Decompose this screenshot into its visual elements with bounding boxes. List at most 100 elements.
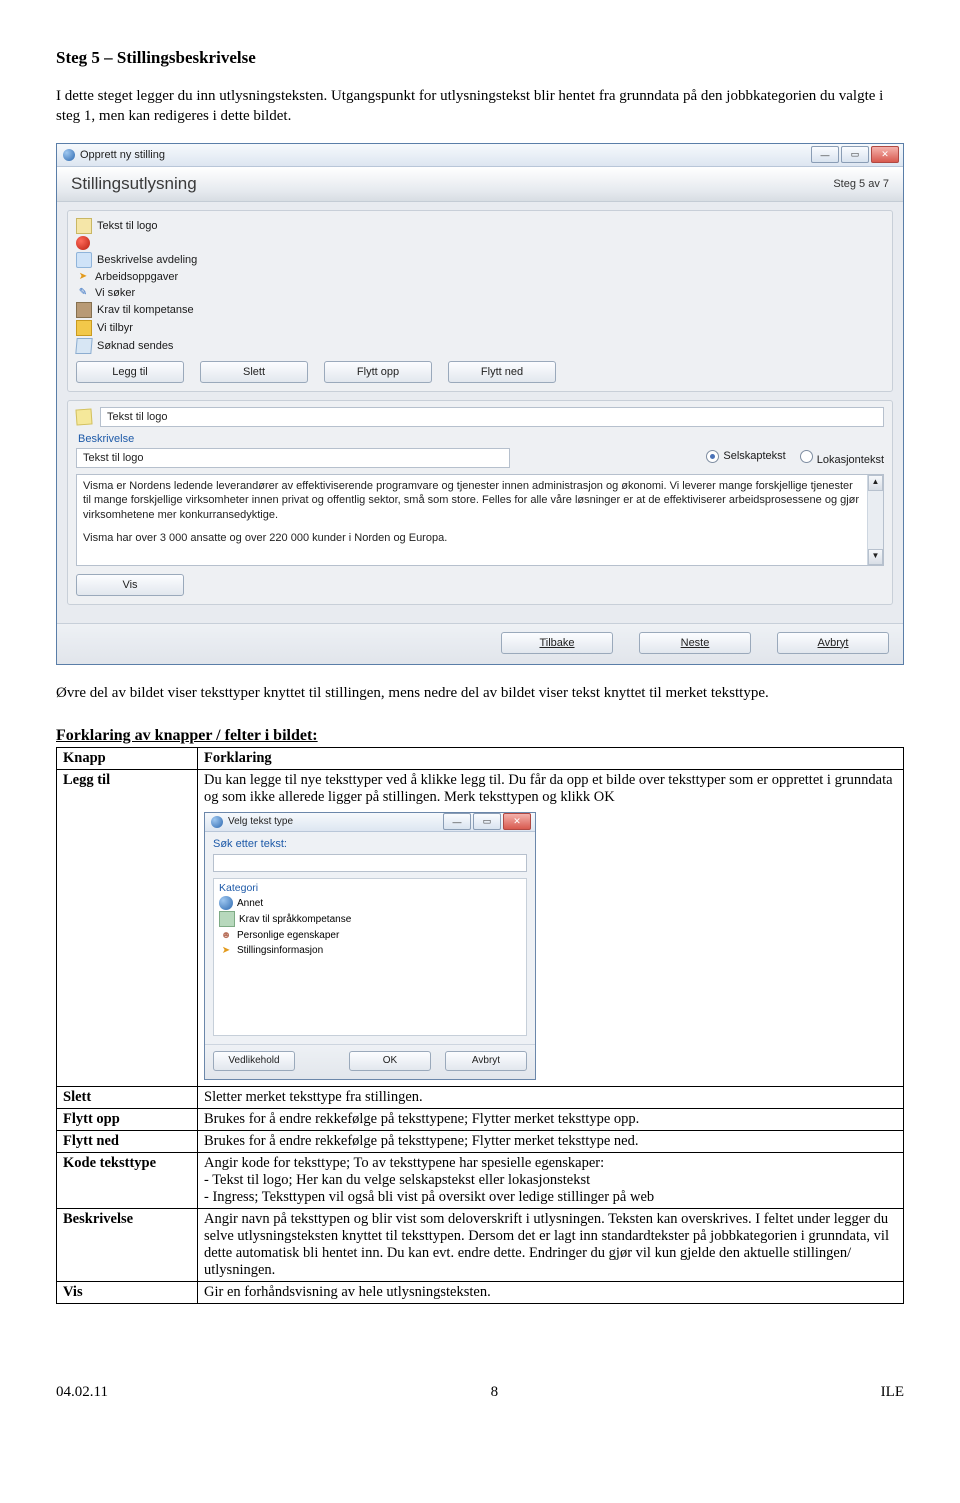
row-text-beskrivelse: Angir navn på teksttypen og blir vist so… [198,1208,904,1281]
doc-icon [76,218,92,234]
list-item-label: Vi tilbyr [97,322,133,334]
footer-initials: ILE [881,1384,904,1401]
popup-ok-button[interactable]: OK [349,1051,431,1071]
popup-list-item[interactable]: ☻Personlige egenskaper [219,928,521,943]
texttype-detail-panel: Tekst til logo Beskrivelse Tekst til log… [67,400,893,605]
person-icon: ☻ [219,928,233,942]
popup-close-button[interactable]: ✕ [503,813,531,830]
scrollbar[interactable]: ▲ ▼ [867,475,883,565]
table-row: Beskrivelse Angir navn på teksttypen og … [57,1208,904,1281]
row-text-flytt-opp: Brukes for å endre rekkefølge på tekstty… [198,1108,904,1130]
footer-page-number: 8 [491,1384,499,1401]
folder-icon [219,911,235,927]
app-icon [63,149,75,161]
dot-icon [76,236,90,250]
select-texttype-popup: Velg tekst type — ▭ ✕ Søk etter tekst: K… [204,812,536,1080]
window-minimize-button[interactable]: — [811,146,839,163]
list-item[interactable]: ✎ Vi søker [76,285,884,301]
window-titlebar: Opprett ny stilling — ▭ ✕ [57,144,903,167]
table-row: Slett Sletter merket teksttype fra still… [57,1086,904,1108]
main-window: Opprett ny stilling — ▭ ✕ Stillingsutlys… [56,143,904,665]
table-row: Legg til Du kan legge til nye teksttyper… [57,769,904,1086]
delete-button[interactable]: Slett [200,361,308,383]
row-label-slett: Slett [57,1086,198,1108]
popup-minimize-button[interactable]: — [443,813,471,830]
scroll-down-icon[interactable]: ▼ [868,549,883,565]
list-item-label: Tekst til logo [97,220,158,232]
popup-search-label: Søk etter tekst: [213,838,527,850]
row-text-legg-til: Du kan legge til nye teksttyper ved å kl… [204,772,897,806]
intro-paragraph: I dette steget legger du inn utlysningst… [56,86,904,127]
description-textarea[interactable]: Visma er Nordens ledende leverandører av… [76,474,884,566]
popup-titlebar: Velg tekst type — ▭ ✕ [205,813,535,832]
window-footer: Tilbake Neste Avbryt [57,623,903,664]
explanation-section-title: Forklaring av knapper / felter i bildet: [56,727,904,745]
popup-list-item[interactable]: Annet [219,896,521,911]
list-item-label: Krav til kompetanse [97,304,194,316]
texttype-list-panel: Tekst til logo Beskrivelse avdeling ➤Arb… [67,210,893,392]
row-label-legg-til: Legg til [57,769,198,1086]
scroll-up-icon[interactable]: ▲ [868,475,883,491]
gift-icon [76,320,92,336]
add-button[interactable]: Legg til [76,361,184,383]
move-up-button[interactable]: Flytt opp [324,361,432,383]
list-item-label: Søknad sendes [97,340,173,352]
list-item-label: Vi søker [95,287,135,299]
info-icon: ➤ [219,943,233,957]
popup-category-list: Kategori Annet Krav til språkkompetanse … [213,878,527,1036]
row-text-vis: Gir en forhåndsvisning av hele utlysning… [198,1281,904,1303]
middle-paragraph: Øvre del av bildet viser teksttyper knyt… [56,683,904,703]
step-title: Steg 5 – Stillingsbeskrivelse [56,48,904,68]
popup-category-label: Kategori [219,882,521,894]
chat-icon [76,252,92,268]
step-header-title: Stillingsutlysning [71,174,197,194]
step-header: Stillingsutlysning Steg 5 av 7 [57,167,903,202]
note-icon [75,408,92,425]
radio-lokasjontekst[interactable]: Lokasjontekst [800,450,884,466]
list-item[interactable]: ➤Arbeidsoppgaver [76,269,884,285]
list-item[interactable]: Tekst til logo [76,217,884,235]
back-button[interactable]: Tilbake [501,632,613,654]
list-item[interactable]: Krav til kompetanse [76,301,884,319]
row-text-slett: Sletter merket teksttype fra stillingen. [198,1086,904,1108]
footer-date: 04.02.11 [56,1384,108,1401]
list-item[interactable]: Beskrivelse avdeling [76,251,884,269]
explanation-table: Knapp Forklaring Legg til Du kan legge t… [56,747,904,1304]
row-label-flytt-ned: Flytt ned [57,1130,198,1152]
table-header-knapp: Knapp [57,747,198,769]
code-input[interactable]: Tekst til logo [100,407,884,427]
popup-list-item[interactable]: Krav til språkkompetanse [219,911,521,928]
window-close-button[interactable]: ✕ [871,146,899,163]
table-row: Vis Gir en forhåndsvisning av hele utlys… [57,1281,904,1303]
popup-maximize-button[interactable]: ▭ [473,813,501,830]
table-header-forklaring: Forklaring [198,747,904,769]
description-name-input[interactable]: Tekst til logo [76,448,510,468]
popup-list-item[interactable]: ➤Stillingsinformasjon [219,943,521,958]
preview-button[interactable]: Vis [76,574,184,596]
row-label-kode: Kode teksttype [57,1152,198,1208]
arrow-icon: ➤ [76,270,90,284]
table-row: Flytt opp Brukes for å endre rekkefølge … [57,1108,904,1130]
list-item[interactable] [76,235,884,251]
description-label: Beskrivelse [78,433,884,445]
mail-icon [75,338,92,354]
window-title: Opprett ny stilling [80,149,811,161]
popup-app-icon [211,816,223,828]
next-button[interactable]: Neste [639,632,751,654]
list-item[interactable]: Søknad sendes [76,337,884,355]
window-maximize-button[interactable]: ▭ [841,146,869,163]
book-icon [76,302,92,318]
step-indicator: Steg 5 av 7 [833,178,889,190]
radio-selskaptekst[interactable]: Selskaptekst [706,450,785,466]
popup-title: Velg tekst type [228,816,443,827]
list-item[interactable]: Vi tilbyr [76,319,884,337]
popup-search-input[interactable] [213,854,527,872]
popup-maintain-button[interactable]: Vedlikehold [213,1051,295,1071]
popup-cancel-button[interactable]: Avbryt [445,1051,527,1071]
list-item-label: Beskrivelse avdeling [97,254,197,266]
cancel-button[interactable]: Avbryt [777,632,889,654]
row-text-kode: Angir kode for teksttype; To av teksttyp… [198,1152,904,1208]
move-down-button[interactable]: Flytt ned [448,361,556,383]
description-text-2: Visma har over 3 000 ansatte og over 220… [83,531,863,546]
pen-icon: ✎ [76,286,90,300]
